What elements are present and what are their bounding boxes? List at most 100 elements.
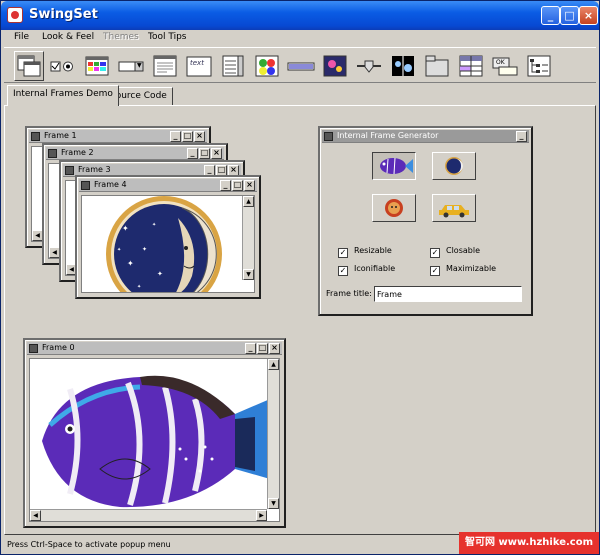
frame-4-content: ✦ ✦ ✦ ✦ ✦ ✦ ✦ ▲ ▼ [81,195,255,293]
scroll-left-arrow[interactable]: ◀ [30,510,41,521]
frame-0-minimize-button[interactable]: _ [245,343,256,354]
moon-icon [445,157,463,175]
maximize-button[interactable]: □ [560,6,579,25]
checkbox-radio-tool[interactable] [48,51,78,81]
closable-checkbox[interactable]: ✓ Closable [430,245,480,258]
frame-2-title: Frame 2 [61,148,94,157]
frame-4-vertical-scrollbar[interactable]: ▲ ▼ [242,196,254,280]
frame-title-input[interactable] [374,286,522,302]
moon-frame-button[interactable] [432,152,476,180]
frame-4-minimize-button[interactable]: _ [220,180,231,191]
frame-icon [29,344,38,353]
frame-0-vertical-scrollbar[interactable]: ▲ ▼ [267,359,279,509]
tabbed-pane-tool[interactable] [422,51,452,81]
frame-0-maximize-button[interactable]: □ [257,343,268,354]
progress-bar-tool[interactable] [286,51,316,81]
frame-4-maximize-button[interactable]: □ [232,180,243,191]
frame-icon [324,132,333,141]
frame-2-close-button[interactable]: × [211,148,222,159]
internal-frames-icon [17,55,41,77]
progress-bar-icon [287,62,315,71]
internal-frame-generator[interactable]: Internal Frame Generator _ ✓ Resizable ✓… [318,126,533,316]
scroll-down-arrow[interactable]: ▼ [268,498,279,509]
frame-0-horizontal-scrollbar[interactable]: ◀ ▶ [30,509,267,521]
frame-2-minimize-button[interactable]: _ [187,148,198,159]
frame-0-titlebar[interactable]: Frame 0 _ □ × [27,342,282,355]
frame-3-title: Frame 3 [78,165,111,174]
sun-frame-button[interactable] [372,194,416,222]
tooltip-tool-label: OK [496,59,505,66]
title-bar[interactable]: SwingSet _ □ × [1,1,599,30]
scroll-down-arrow[interactable]: ▼ [243,269,254,280]
scroll-up-arrow[interactable]: ▲ [243,196,254,207]
combobox-tool[interactable]: ▼ [116,51,146,81]
list-tool[interactable] [218,51,248,81]
taxi-frame-button[interactable] [432,194,476,222]
tabbed-pane-icon [425,55,449,77]
maximizable-checkbox[interactable]: ✓ Maximizable [430,263,496,276]
svg-text:✦: ✦ [152,222,156,228]
table-icon [459,55,483,77]
list-icon [222,55,244,77]
svg-text:✦: ✦ [127,259,134,268]
checkbox-check: ✓ [338,266,348,276]
frame-2-titlebar[interactable]: Frame 2 _ □ × [46,147,224,160]
scroll-right-arrow[interactable]: ▶ [256,510,267,521]
menu-tool-tips[interactable]: Tool Tips [148,32,186,42]
app-title: SwingSet [29,7,98,22]
status-bar: Press Ctrl-Space to activate popup menu [7,540,171,549]
menu-file[interactable]: File [14,32,29,42]
internal-frames-tool[interactable] [14,51,44,81]
frame-1-minimize-button[interactable]: _ [170,131,181,142]
frame-2-maximize-button[interactable]: □ [199,148,210,159]
frame-icon [65,166,74,175]
split-pane-icon [392,56,414,76]
scroll-pane-tool[interactable] [320,51,350,81]
editor-pane-tool[interactable]: text [184,51,214,81]
option-pane-tool[interactable] [252,51,282,81]
checkbox-check: ✓ [338,248,348,258]
slider-tool[interactable] [354,51,384,81]
generator-minimize-button[interactable]: _ [516,131,527,142]
frame-0[interactable]: Frame 0 _ □ × ▲ ▼ ◀ ▶ [23,338,286,528]
frame-1-titlebar[interactable]: Frame 1 _ □ × [29,130,207,143]
iconifiable-checkbox[interactable]: ✓ Iconifiable [338,263,395,276]
tree-icon [527,55,551,77]
frame-1-maximize-button[interactable]: □ [182,131,193,142]
watermark: 智可网 www.hzhike.com [459,532,599,554]
close-button[interactable]: × [579,6,598,25]
frame-1-title: Frame 1 [44,131,77,140]
app-icon [7,7,23,23]
fish-image [42,375,270,508]
tree-tool[interactable] [524,51,554,81]
color-chooser-icon [85,56,109,76]
moon-image: ✦ ✦ ✦ ✦ ✦ ✦ ✦ [106,196,222,292]
scroll-up-arrow[interactable]: ▲ [268,359,279,370]
frame-0-content: ▲ ▼ ◀ ▶ [29,358,280,522]
menu-themes[interactable]: Themes [103,32,139,42]
frame-1-close-button[interactable]: × [194,131,205,142]
table-tool[interactable] [456,51,486,81]
tab-internal-frames-demo[interactable]: Internal Frames Demo [7,85,119,106]
file-chooser-tool[interactable] [150,51,180,81]
fish-frame-button[interactable] [372,152,416,180]
option-pane-icon [255,55,279,77]
checkbox-check: ✓ [430,248,440,258]
generator-titlebar[interactable]: Internal Frame Generator _ [322,130,529,143]
frame-4[interactable]: Frame 4 _ □ × ✦ ✦ ✦ ✦ ✦ ✦ ✦ ▲ ▼ [75,175,261,299]
color-chooser-tool[interactable] [82,51,112,81]
resizable-checkbox[interactable]: ✓ Resizable [338,245,392,258]
svg-text:✦: ✦ [157,270,163,278]
text-tool-label: text [190,59,204,67]
frame-4-close-button[interactable]: × [244,180,255,191]
frame-0-close-button[interactable]: × [269,343,280,354]
generator-title: Internal Frame Generator [337,131,439,140]
frame-icon [48,149,57,158]
menu-bar: File Look & Feel Themes Tool Tips [4,30,596,46]
minimize-button[interactable]: _ [541,6,560,25]
split-pane-tool[interactable] [388,51,418,81]
tooltip-tool[interactable]: OK [490,51,520,81]
frame-4-titlebar[interactable]: Frame 4 _ □ × [79,179,257,192]
menu-look-and-feel[interactable]: Look & Feel [42,32,94,42]
resizable-label: Resizable [354,246,392,255]
